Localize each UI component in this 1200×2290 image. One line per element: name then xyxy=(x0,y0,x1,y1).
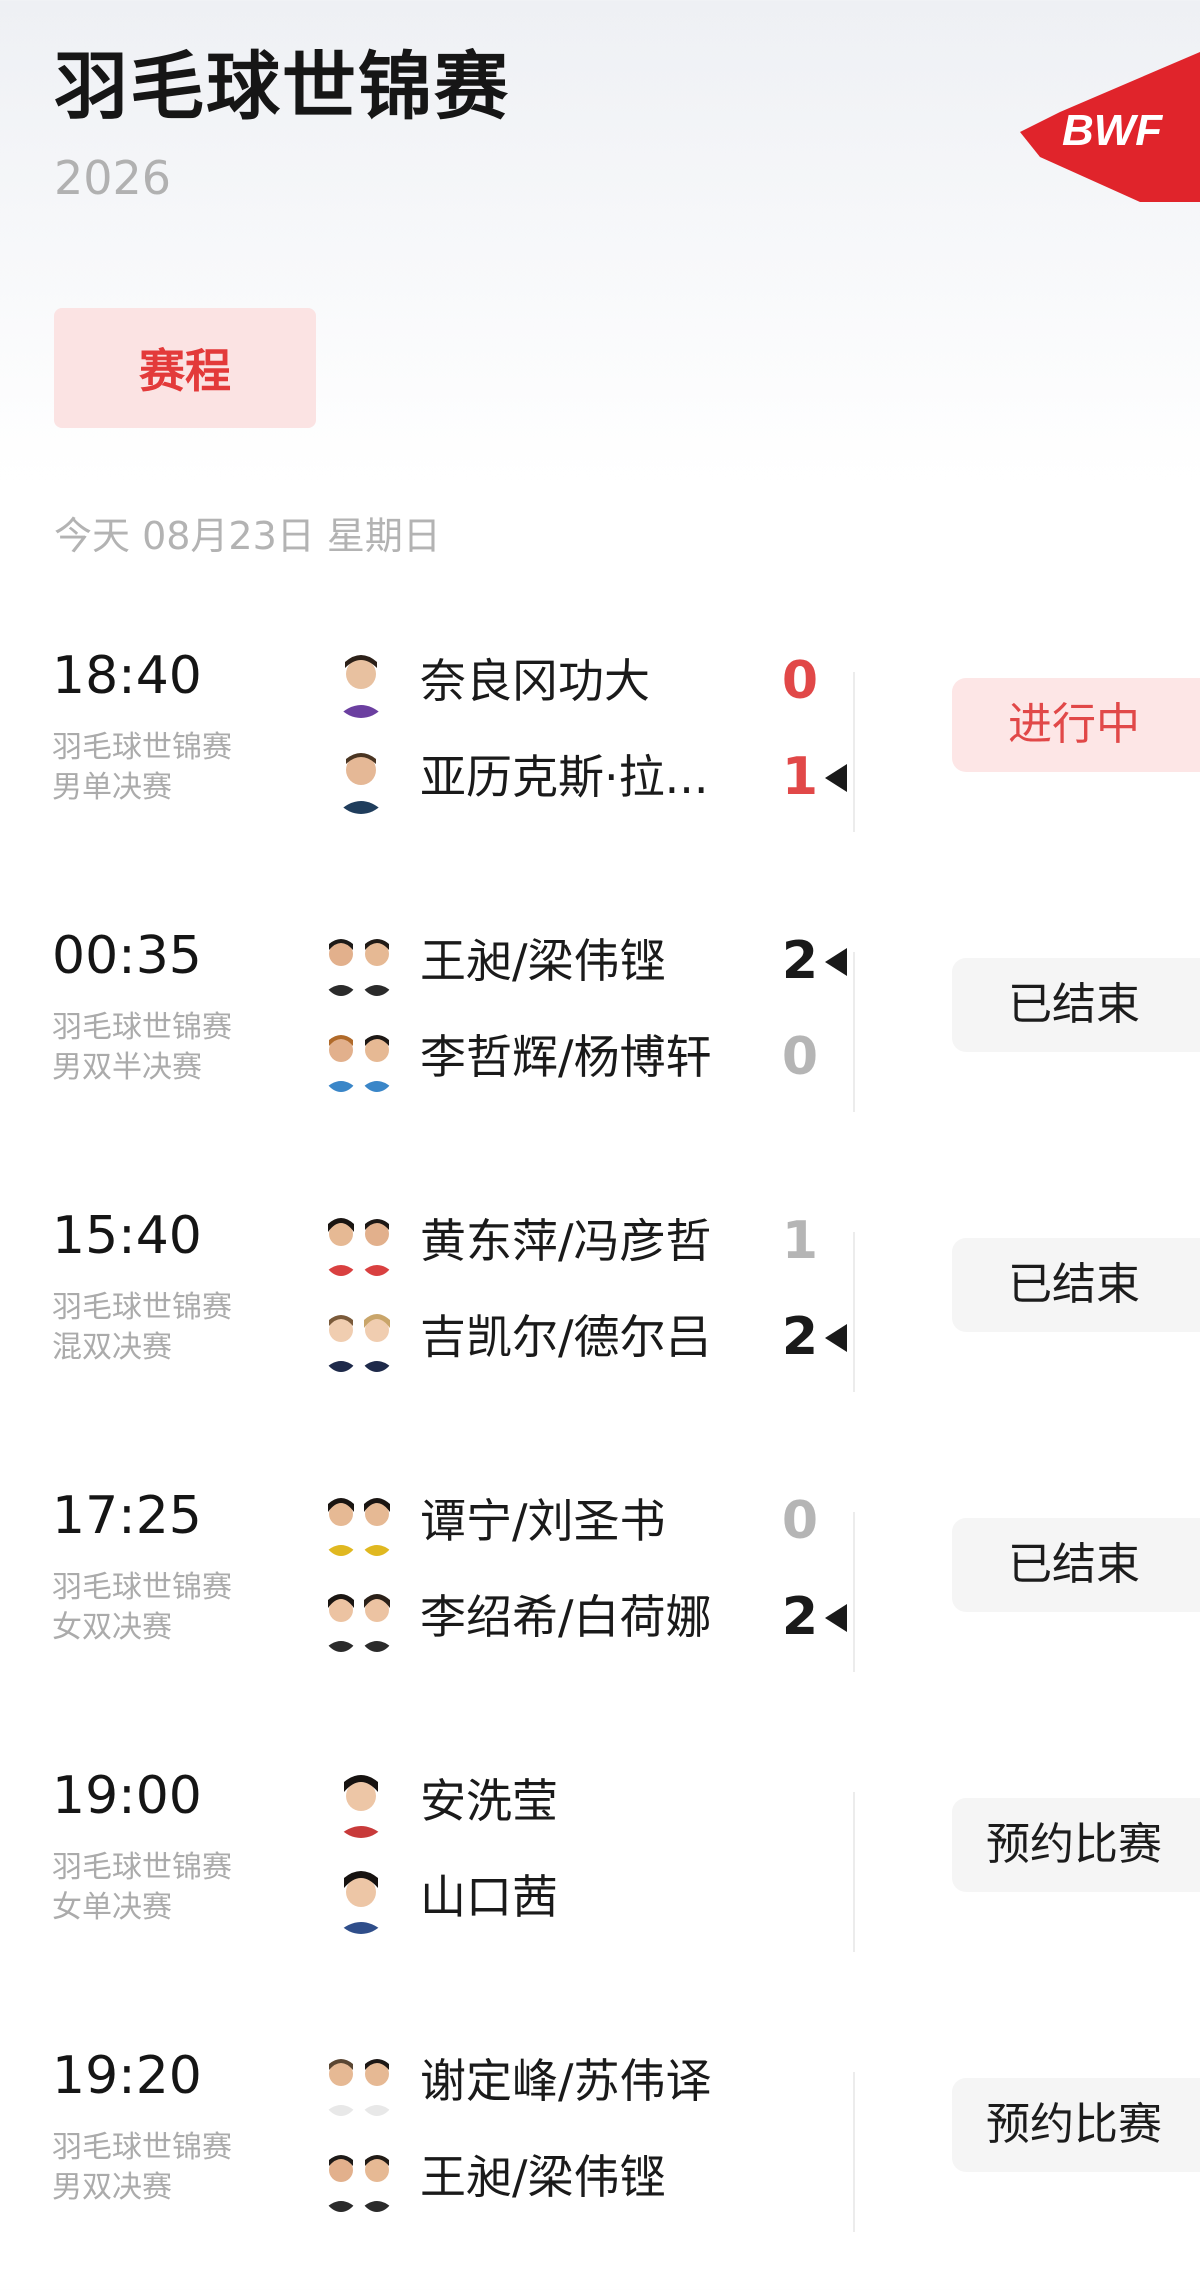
status-badge[interactable]: 已结束 xyxy=(952,1518,1200,1612)
event-round: 女单决赛 xyxy=(52,1890,172,1925)
pair-avatar-icon xyxy=(320,1206,400,1278)
player-row: 谭宁/刘圣书 0 xyxy=(320,1480,870,1564)
winner-arrow-icon xyxy=(825,948,847,976)
match-card[interactable]: 19:00 羽毛球世锦赛 女单决赛 安洗莹 山口茜 预约比赛 xyxy=(0,1740,1200,2020)
winner-arrow-icon xyxy=(825,764,847,792)
match-card[interactable]: 00:35 羽毛球世锦赛 男双半决赛 王昶/梁伟铿 2 李哲辉/杨博轩 0 已结… xyxy=(0,900,1200,1180)
player-avatar-icon xyxy=(320,1862,400,1934)
divider xyxy=(853,1232,855,1392)
match-card[interactable]: 17:25 羽毛球世锦赛 女双决赛 谭宁/刘圣书 0 李绍希/白荷娜 2 已结束 xyxy=(0,1460,1200,1740)
player-row: 山口茜 xyxy=(320,1856,870,1940)
player-name: 王昶/梁伟铿 xyxy=(420,2150,666,2204)
pair-avatar-icon xyxy=(320,2046,400,2118)
match-event: 羽毛球世锦赛 男双半决赛 xyxy=(52,1008,272,1088)
player-row: 王昶/梁伟铿 xyxy=(320,2136,870,2220)
divider xyxy=(853,952,855,1112)
pair-avatar-icon xyxy=(320,1582,400,1654)
event-name: 羽毛球世锦赛 xyxy=(52,1850,232,1885)
player-name: 山口茜 xyxy=(420,1870,558,1924)
divider xyxy=(853,672,855,832)
player-row: 谢定峰/苏伟译 xyxy=(320,2040,870,2124)
player-row: 李绍希/白荷娜 2 xyxy=(320,1576,870,1660)
player-row: 奈良冈功大 0 xyxy=(320,640,870,724)
pair-avatar-icon xyxy=(320,926,400,998)
match-time: 19:20 xyxy=(52,2046,202,2106)
bwf-logo-icon: BWF xyxy=(1020,52,1200,202)
winner-arrow-icon xyxy=(825,1604,847,1632)
pair-avatar-icon xyxy=(320,2142,400,2214)
player-avatar-icon xyxy=(320,646,400,718)
match-event: 羽毛球世锦赛 男双决赛 xyxy=(52,2128,272,2208)
pair-avatar-icon xyxy=(320,1302,400,1374)
match-time: 17:25 xyxy=(52,1486,202,1546)
player-row: 王昶/梁伟铿 2 xyxy=(320,920,870,1004)
event-name: 羽毛球世锦赛 xyxy=(52,1570,232,1605)
player-name: 黄东萍/冯彦哲 xyxy=(420,1214,712,1268)
event-name: 羽毛球世锦赛 xyxy=(52,730,232,765)
event-round: 女双决赛 xyxy=(52,1610,172,1645)
player-row: 亚历克斯·拉... 1 xyxy=(320,736,870,820)
status-badge[interactable]: 已结束 xyxy=(952,958,1200,1052)
match-card[interactable]: 15:40 羽毛球世锦赛 混双决赛 黄东萍/冯彦哲 1 吉凯尔/德尔吕 2 已结… xyxy=(0,1180,1200,1460)
player-name: 谢定峰/苏伟译 xyxy=(420,2054,712,2108)
match-time: 19:00 xyxy=(52,1766,202,1826)
player-row: 吉凯尔/德尔吕 2 xyxy=(320,1296,870,1380)
player-avatar-icon xyxy=(320,742,400,814)
event-name: 羽毛球世锦赛 xyxy=(52,1290,232,1325)
player-score: 2 xyxy=(781,1587,819,1647)
match-event: 羽毛球世锦赛 女双决赛 xyxy=(52,1568,272,1648)
divider xyxy=(853,1792,855,1952)
player-row: 黄东萍/冯彦哲 1 xyxy=(320,1200,870,1284)
event-round: 男双半决赛 xyxy=(52,1050,202,1085)
reserve-match-button[interactable]: 预约比赛 xyxy=(952,2078,1200,2172)
winner-arrow-icon xyxy=(825,1324,847,1352)
player-score: 1 xyxy=(781,1211,819,1271)
match-time: 00:35 xyxy=(52,926,202,986)
date-heading: 今天 08月23日 星期日 xyxy=(54,514,441,558)
player-name: 李哲辉/杨博轩 xyxy=(420,1030,712,1084)
season-year: 2026 xyxy=(54,151,172,205)
player-score: 0 xyxy=(781,1491,819,1551)
pair-avatar-icon xyxy=(320,1022,400,1094)
player-score: 2 xyxy=(781,931,819,991)
player-avatar-icon xyxy=(320,1766,400,1838)
page-title: 羽毛球世锦赛 xyxy=(54,44,510,130)
player-score: 1 xyxy=(781,747,819,807)
event-name: 羽毛球世锦赛 xyxy=(52,1010,232,1045)
match-event: 羽毛球世锦赛 女单决赛 xyxy=(52,1848,272,1928)
event-round: 男单决赛 xyxy=(52,770,172,805)
match-time: 15:40 xyxy=(52,1206,202,1266)
player-name: 李绍希/白荷娜 xyxy=(420,1590,712,1644)
status-badge[interactable]: 已结束 xyxy=(952,1238,1200,1332)
player-score: 0 xyxy=(781,651,819,711)
match-card[interactable]: 18:40 羽毛球世锦赛 男单决赛 奈良冈功大 0 亚历克斯·拉... 1 进行… xyxy=(0,620,1200,900)
player-row: 李哲辉/杨博轩 0 xyxy=(320,1016,870,1100)
player-row: 安洗莹 xyxy=(320,1760,870,1844)
pair-avatar-icon xyxy=(320,1486,400,1558)
player-score: 2 xyxy=(781,1307,819,1367)
player-name: 亚历克斯·拉... xyxy=(420,750,709,804)
player-name: 谭宁/刘圣书 xyxy=(420,1494,666,1548)
match-event: 羽毛球世锦赛 混双决赛 xyxy=(52,1288,272,1368)
divider xyxy=(853,2072,855,2232)
event-name: 羽毛球世锦赛 xyxy=(52,2130,232,2165)
reserve-match-button[interactable]: 预约比赛 xyxy=(952,1798,1200,1892)
tab-schedule[interactable]: 赛程 xyxy=(54,308,316,428)
bwf-logo-text: BWF xyxy=(1062,106,1163,155)
player-score: 0 xyxy=(781,1027,819,1087)
status-badge[interactable]: 进行中 xyxy=(952,678,1200,772)
player-name: 安洗莹 xyxy=(420,1774,558,1828)
player-name: 王昶/梁伟铿 xyxy=(420,934,666,988)
page-header: 羽毛球世锦赛 2026 BWF 赛程 今天 08月23日 星期日 xyxy=(0,0,1200,558)
match-event: 羽毛球世锦赛 男单决赛 xyxy=(52,728,272,808)
match-card[interactable]: 19:20 羽毛球世锦赛 男双决赛 谢定峰/苏伟译 王昶/梁伟铿 预约比赛 xyxy=(0,2020,1200,2290)
event-round: 混双决赛 xyxy=(52,1330,172,1365)
event-round: 男双决赛 xyxy=(52,2170,172,2205)
player-name: 吉凯尔/德尔吕 xyxy=(420,1310,712,1364)
match-time: 18:40 xyxy=(52,646,202,706)
player-name: 奈良冈功大 xyxy=(420,654,650,708)
divider xyxy=(853,1512,855,1672)
